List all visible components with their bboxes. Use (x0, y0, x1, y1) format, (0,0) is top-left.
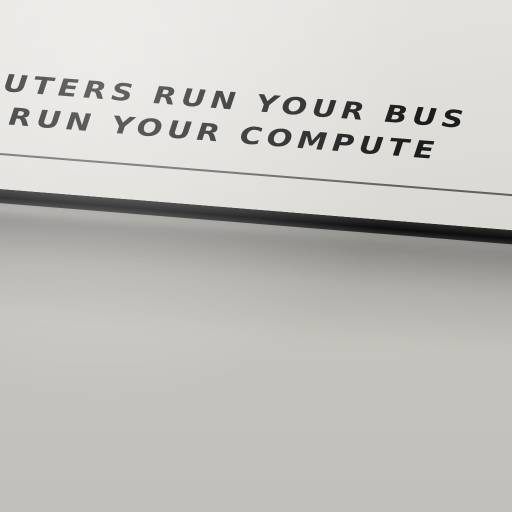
sign-plaque: UTERS RUN YOUR BUS RUN YOUR COMPUTE (0, 0, 512, 249)
photo-scene: UTERS RUN YOUR BUS RUN YOUR COMPUTE (0, 0, 512, 512)
